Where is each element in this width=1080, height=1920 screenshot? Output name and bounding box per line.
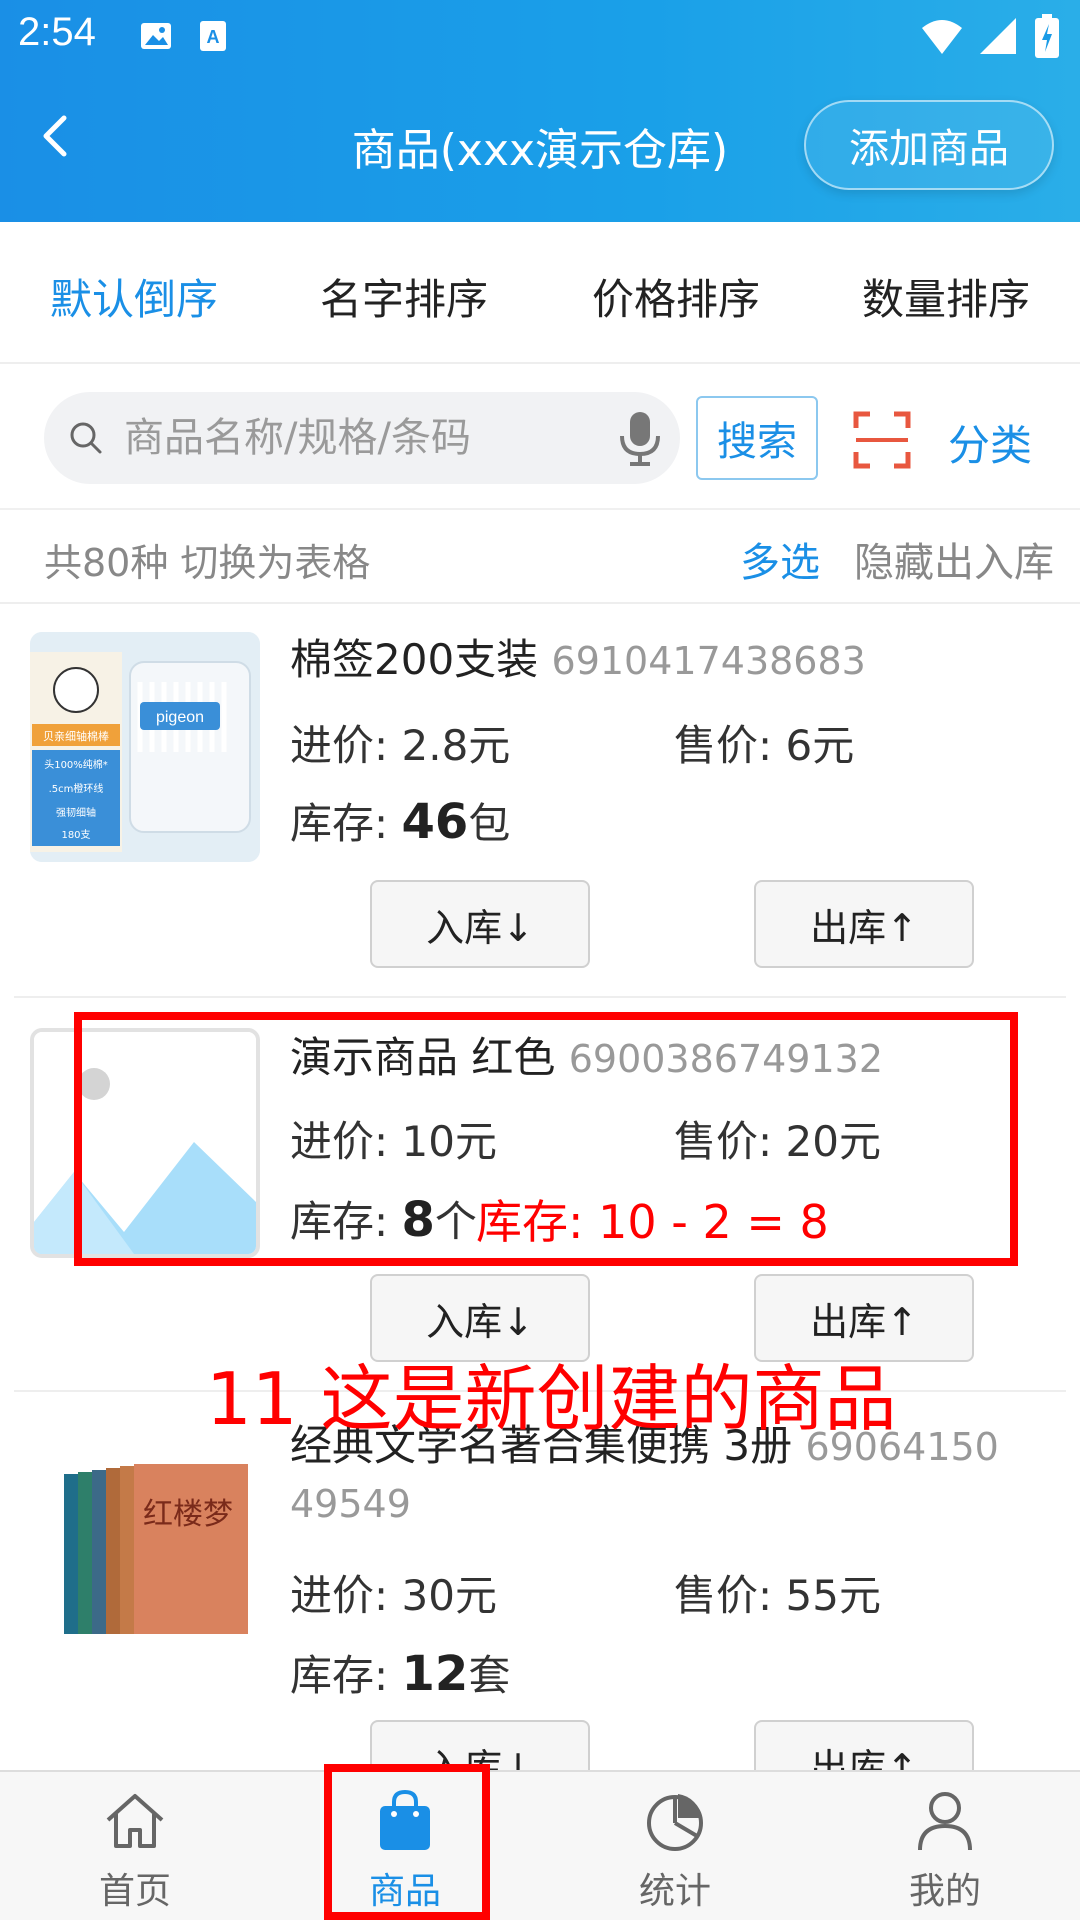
sort-tabs: 默认倒序 名字排序 价格排序 数量排序 — [0, 222, 1080, 364]
stock-unit: 套 — [468, 1651, 511, 1700]
battery-icon — [1035, 14, 1059, 58]
purchase-price-value: 2.8元 — [401, 721, 511, 770]
product-count-toggle[interactable]: 共80种 切换为表格 — [44, 532, 370, 587]
product-name: 棉签200支装 — [290, 635, 539, 684]
purchase-price: 进价: 30元 — [290, 1571, 497, 1620]
tab-name-sort[interactable]: 名字排序 — [320, 266, 488, 327]
nav-profile[interactable]: 我的 — [810, 1772, 1080, 1920]
search-input[interactable] — [124, 406, 564, 470]
svg-text:头100%纯棉*: 头100%纯棉* — [44, 758, 108, 771]
stock-formula-annotation: 库存: 10 - 2 = 8 — [476, 1195, 829, 1249]
svg-text:180支: 180支 — [61, 829, 90, 841]
microphone-icon[interactable] — [616, 410, 664, 466]
signal-icon — [980, 18, 1016, 54]
scan-icon[interactable] — [852, 410, 912, 470]
tab-default-desc[interactable]: 默认倒序 — [50, 266, 218, 327]
stock-quantity: 库存: 12套 — [290, 1646, 511, 1702]
pie-chart-icon — [647, 1794, 703, 1851]
search-icon — [70, 422, 102, 454]
app-notification-icon: A — [200, 21, 226, 51]
cotton-swab-product-image: pigeon 贝亲细轴棉棒 头100%纯棉* .5cm橙环线 强韧细轴 180支 — [30, 632, 260, 862]
navigation-bar: 商品(xxx演示仓库) 添加商品 — [0, 88, 1080, 208]
svg-text:.5cm橙环线: .5cm橙环线 — [49, 782, 104, 795]
product-item[interactable]: pigeon 贝亲细轴棉棒 头100%纯棉* .5cm橙环线 强韧细轴 180支… — [14, 604, 1066, 998]
product-barcode: 6910417438683 — [551, 639, 866, 683]
svg-text:贝亲细轴棉棒: 贝亲细轴棉棒 — [43, 729, 109, 743]
highlight-products-tab-box — [324, 1764, 490, 1920]
nav-home[interactable]: 首页 — [0, 1772, 270, 1920]
new-product-annotation: 11 这是新创建的商品 — [206, 1357, 897, 1441]
search-box — [44, 392, 680, 484]
user-icon — [918, 1792, 972, 1851]
sale-price-value: 6元 — [785, 721, 855, 770]
purchase-price-value: 30元 — [401, 1571, 497, 1620]
hide-inout-button[interactable]: 隐藏出入库 — [854, 530, 1054, 588]
search-row: 搜索 分类 — [0, 366, 1080, 510]
status-time: 2:54 — [18, 10, 96, 54]
stock-value: 46 — [401, 794, 469, 850]
category-button[interactable]: 分类 — [948, 412, 1032, 473]
nav-statistics[interactable]: 统计 — [540, 1772, 810, 1920]
tab-quantity-sort[interactable]: 数量排序 — [862, 266, 1030, 327]
stock-unit: 包 — [468, 799, 511, 848]
svg-text:pigeon: pigeon — [156, 709, 204, 726]
purchase-price: 进价: 2.8元 — [290, 721, 511, 770]
status-bar: 2:54 A — [0, 0, 1080, 72]
product-barcode-cont: 49549 — [290, 1482, 411, 1526]
bottom-navigation: 首页 商品 统计 我的 — [0, 1770, 1080, 1920]
sale-price-value: 55元 — [785, 1571, 881, 1620]
multi-select-button[interactable]: 多选 — [740, 530, 820, 588]
stock-value: 12 — [401, 1646, 469, 1702]
stock-out-button[interactable]: 出库↑ — [754, 880, 974, 968]
stock-quantity: 库存: 46包 — [290, 794, 511, 850]
stock-in-button[interactable]: 入库↓ — [370, 880, 590, 968]
sale-price: 售价: 6元 — [674, 721, 855, 770]
tab-price-sort[interactable]: 价格排序 — [592, 266, 760, 327]
product-item[interactable]: 红楼梦 经典文学名著合集便携 3册 69064150 49549 进价: 30元… — [14, 1392, 1066, 1808]
svg-text:强韧细轴: 强韧细轴 — [56, 806, 96, 819]
sale-price: 售价: 55元 — [674, 1571, 881, 1620]
product-image: 红楼梦 — [30, 1452, 260, 1682]
product-name-line: 棉签200支装 6910417438683 — [290, 632, 1070, 689]
home-icon — [106, 1794, 164, 1848]
wifi-icon — [922, 20, 962, 54]
book-set-product-image: 红楼梦 — [30, 1452, 260, 1652]
product-image: pigeon 贝亲细轴棉棒 头100%纯棉* .5cm橙环线 强韧细轴 180支 — [30, 632, 260, 862]
image-notification-icon — [141, 23, 171, 49]
summary-row: 共80种 切换为表格 多选 隐藏出入库 — [0, 512, 1080, 604]
app-header: 2:54 A 商品(xxx演示仓库) 添加商品 — [0, 0, 1080, 222]
svg-text:A: A — [207, 27, 220, 47]
add-product-button[interactable]: 添加商品 — [804, 100, 1054, 190]
svg-text:红楼梦: 红楼梦 — [143, 1497, 233, 1532]
search-button[interactable]: 搜索 — [696, 396, 818, 480]
